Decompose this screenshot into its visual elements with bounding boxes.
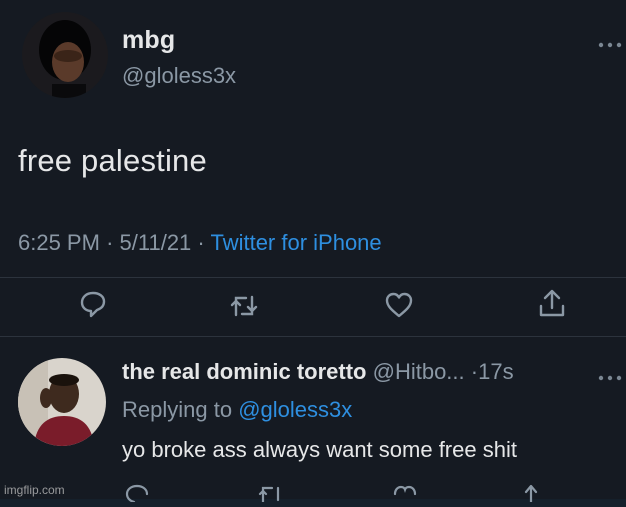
like-icon[interactable] [384,290,414,320]
author-name[interactable]: mbg [122,26,175,55]
retweet-icon[interactable] [229,291,259,321]
author-handle[interactable]: @gloless3x [122,63,236,89]
tweet-date[interactable]: 5/11/21 [120,230,192,255]
tweet-time[interactable]: 6:25 PM [18,230,100,255]
more-horizontal-icon[interactable] [598,369,622,381]
reply-icon[interactable] [78,289,108,319]
reply-header: the real dominic toretto @Hitbo... ·17s [122,359,514,385]
reply-icon[interactable] [124,482,150,504]
replying-to-mention[interactable]: @gloless3x [238,397,352,422]
reply-text: yo broke ass always want some free shit [122,437,517,462]
author-avatar[interactable] [22,12,108,98]
retweet-icon[interactable] [258,482,284,504]
watermark: imgflip.com [4,483,65,497]
reply-author-handle[interactable]: @Hitbo... [373,359,465,384]
tweet-thread: mbg @gloless3x free palestine 6:25 PM · … [0,0,626,504]
reply-author-name[interactable]: the real dominic toretto [122,359,366,384]
divider [0,336,626,337]
share-icon[interactable] [537,288,567,318]
reply-author-avatar[interactable] [18,358,106,446]
tweet-source-link[interactable]: Twitter for iPhone [210,230,381,255]
more-horizontal-icon[interactable] [598,36,622,48]
meta-separator: · [197,230,205,255]
like-icon[interactable] [392,482,418,502]
tweet-text: free palestine [18,143,207,178]
meta-separator: · [106,230,114,255]
replying-to: Replying to @gloless3x [122,397,352,423]
share-icon[interactable] [518,482,544,504]
replying-prefix: Replying to [122,397,233,422]
meta-separator: · [470,359,479,384]
tweet-meta: 6:25 PM · 5/11/21 · Twitter for iPhone [18,230,382,256]
divider [0,277,626,278]
reply-time[interactable]: 17s [478,359,513,384]
